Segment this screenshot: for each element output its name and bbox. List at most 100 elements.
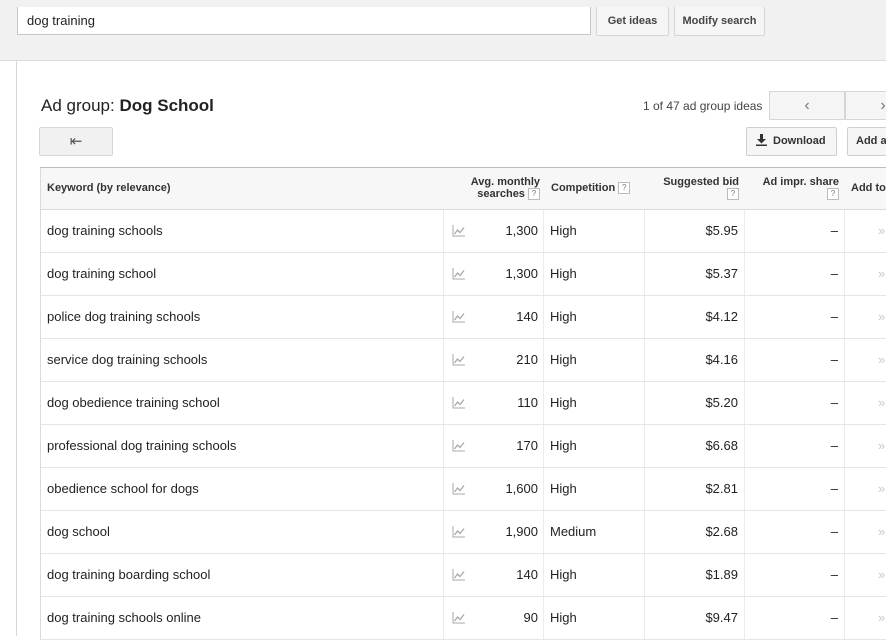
searches-cell: 210: [516, 352, 538, 367]
impr-cell: –: [830, 352, 838, 367]
table-header: Keyword (by relevance) Avg. monthly sear…: [40, 168, 886, 210]
column-divider: [744, 296, 745, 338]
search-input[interactable]: dog training: [17, 7, 591, 35]
bid-cell: $4.16: [705, 352, 738, 367]
double-chevron-icon[interactable]: »: [878, 511, 885, 553]
searches-cell: 140: [516, 309, 538, 324]
impr-cell: –: [830, 395, 838, 410]
download-icon: [756, 134, 767, 147]
keyword-cell: dog training boarding school: [47, 567, 211, 582]
next-page-button[interactable]: ›: [845, 91, 886, 120]
help-icon[interactable]: ?: [727, 188, 739, 201]
column-divider: [443, 382, 444, 424]
help-icon[interactable]: ?: [618, 182, 631, 195]
bid-cell: $2.68: [705, 524, 738, 539]
chevron-right-icon: ›: [880, 97, 886, 114]
double-chevron-icon[interactable]: »: [878, 296, 885, 338]
header-suggested-bid[interactable]: Suggested bid ?: [639, 176, 739, 201]
column-divider: [443, 210, 444, 252]
keyword-cell: dog school: [47, 524, 110, 539]
searches-cell: 170: [516, 438, 538, 453]
competition-cell: High: [550, 309, 577, 324]
help-icon[interactable]: ?: [827, 188, 839, 201]
add-all-button[interactable]: Add a: [847, 127, 886, 156]
keyword-table: Keyword (by relevance) Avg. monthly sear…: [40, 167, 886, 640]
header-bid-help-wrap: ?: [639, 188, 739, 201]
column-divider: [443, 554, 444, 596]
searches-cell: 1,300: [505, 223, 538, 238]
impr-cell: –: [830, 610, 838, 625]
column-divider: [543, 296, 544, 338]
column-divider: [844, 339, 845, 381]
competition-cell: High: [550, 266, 577, 281]
column-divider: [744, 554, 745, 596]
column-divider: [644, 597, 645, 639]
double-chevron-icon[interactable]: »: [878, 253, 885, 295]
column-divider: [844, 253, 845, 295]
prev-page-button[interactable]: ‹: [769, 91, 845, 120]
bid-cell: $4.12: [705, 309, 738, 324]
ideas-count: 1 of 47 ad group ideas: [643, 99, 763, 113]
column-divider: [744, 468, 745, 510]
column-divider: [543, 554, 544, 596]
column-divider: [644, 296, 645, 338]
back-button[interactable]: ⇤: [39, 127, 113, 156]
searches-cell: 1,600: [505, 481, 538, 496]
column-divider: [443, 425, 444, 467]
bid-cell: $5.20: [705, 395, 738, 410]
competition-cell: High: [550, 567, 577, 582]
competition-cell: High: [550, 610, 577, 625]
header-impr-label: Ad impr. share: [762, 176, 839, 188]
column-divider: [744, 253, 745, 295]
table-body: dog training schools 1,300 High $5.95 – …: [40, 210, 886, 640]
table-row: service dog training schools 210 High $4…: [40, 339, 886, 382]
column-divider: [744, 597, 745, 639]
double-chevron-icon[interactable]: »: [878, 597, 885, 639]
keyword-cell: dog obedience training school: [47, 395, 220, 410]
table-row: dog obedience training school 110 High $…: [40, 382, 886, 425]
searches-cell: 90: [523, 610, 538, 625]
table-row: dog training boarding school 140 High $1…: [40, 554, 886, 597]
table-row: dog training schools online 90 High $9.4…: [40, 597, 886, 640]
header-keyword[interactable]: Keyword (by relevance): [47, 182, 171, 194]
divider: [16, 60, 17, 636]
download-button[interactable]: Download: [746, 127, 837, 156]
bid-cell: $5.95: [705, 223, 738, 238]
double-chevron-icon[interactable]: »: [878, 339, 885, 381]
impr-cell: –: [830, 438, 838, 453]
column-divider: [543, 425, 544, 467]
column-divider: [443, 253, 444, 295]
search-toolbar: dog training Get ideas Modify search: [0, 0, 886, 61]
impr-cell: –: [830, 524, 838, 539]
get-ideas-button[interactable]: Get ideas: [596, 7, 669, 36]
column-divider: [543, 511, 544, 553]
bid-cell: $2.81: [705, 481, 738, 496]
table-row: dog training school 1,300 High $5.37 – »: [40, 253, 886, 296]
double-chevron-icon[interactable]: »: [878, 425, 885, 467]
column-divider: [644, 382, 645, 424]
double-chevron-icon[interactable]: »: [878, 554, 885, 596]
double-chevron-icon[interactable]: »: [878, 210, 885, 252]
impr-cell: –: [830, 266, 838, 281]
header-impr-share[interactable]: Ad impr. share ?: [741, 176, 839, 201]
double-chevron-icon[interactable]: »: [878, 468, 885, 510]
double-chevron-icon[interactable]: »: [878, 382, 885, 424]
header-competition[interactable]: Competition ?: [551, 182, 631, 195]
header-add-to[interactable]: Add to: [851, 182, 886, 194]
header-avg-searches[interactable]: Avg. monthly searches ?: [444, 176, 540, 201]
table-row: professional dog training schools 170 Hi…: [40, 425, 886, 468]
column-divider: [543, 382, 544, 424]
page-title: Ad group: Dog School: [41, 96, 214, 116]
keyword-cell: obedience school for dogs: [47, 481, 199, 496]
help-icon[interactable]: ?: [528, 188, 540, 201]
column-divider: [644, 210, 645, 252]
column-divider: [543, 468, 544, 510]
keyword-cell: dog training school: [47, 266, 157, 281]
searches-cell: 110: [517, 395, 538, 410]
competition-cell: High: [550, 481, 577, 496]
competition-cell: High: [550, 223, 577, 238]
impr-cell: –: [830, 223, 838, 238]
table-row: dog training schools 1,300 High $5.95 – …: [40, 210, 886, 253]
column-divider: [443, 296, 444, 338]
modify-search-button[interactable]: Modify search: [674, 7, 765, 36]
